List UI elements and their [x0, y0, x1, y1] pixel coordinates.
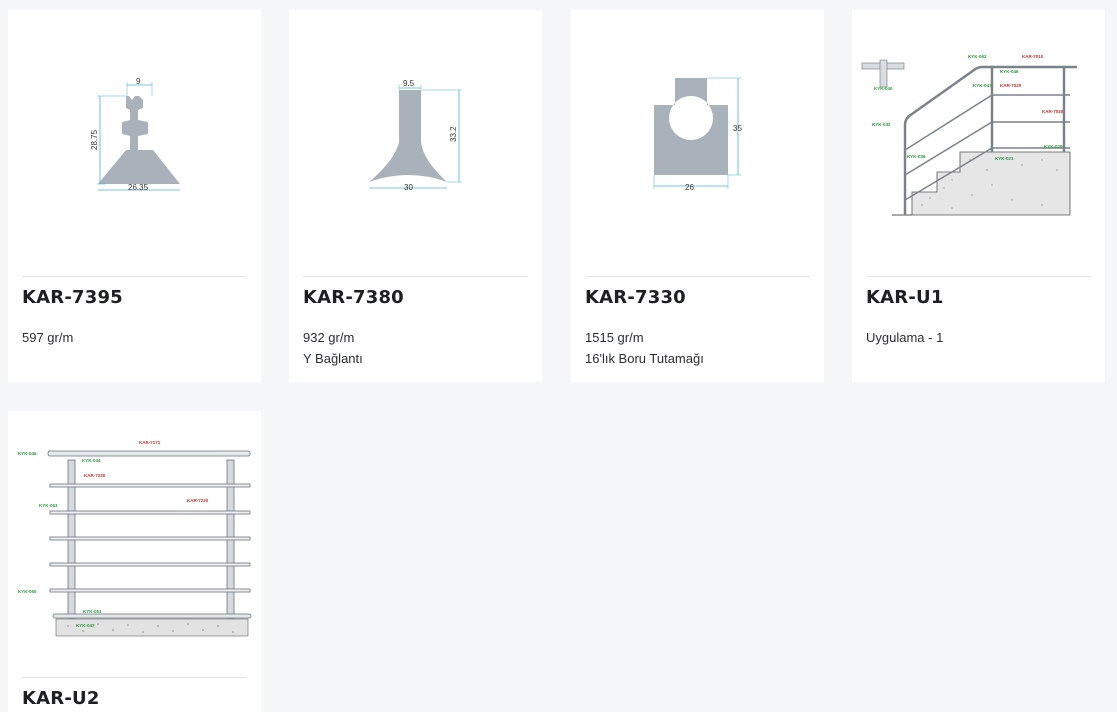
dim-height: 35 [733, 124, 742, 133]
label-1: KYK-046 [18, 451, 37, 456]
product-image-kar-7380[interactable]: 9.5 33.2 30 [289, 10, 542, 270]
product-card-kar-7380[interactable]: 9.5 33.2 30 KAR-7380 932 gr/m Y Bağlantı [289, 10, 542, 382]
label-6: KYK-032 [872, 122, 891, 127]
label-8: KYK-036 [907, 154, 926, 159]
card-divider [22, 677, 247, 678]
product-description: Y Bağlantı [303, 351, 363, 366]
product-image-kar-7330[interactable]: 35 26 [571, 10, 824, 270]
label-4: KYK-047 [973, 83, 992, 88]
product-title[interactable]: KAR-U1 [866, 287, 944, 308]
card-divider [866, 276, 1091, 277]
product-image-kar-7395[interactable]: 9 28.75 26.35 [8, 10, 261, 270]
label-3: KAR-7230 [84, 473, 106, 478]
card-divider [585, 276, 810, 277]
product-card-kar-u1[interactable]: KYK-062 KAR-7010 KYK-046 KAR-7020 KYK-04… [852, 10, 1105, 382]
product-weight: 932 gr/m [303, 330, 355, 345]
product-weight: 597 gr/m [22, 330, 74, 345]
dim-base: 26 [685, 183, 694, 192]
label-2: KYK-046 [1000, 69, 1019, 74]
dim-height: 28.75 [90, 129, 99, 150]
product-title[interactable]: KAR-7330 [585, 287, 686, 308]
label-7: KYK-040 [874, 86, 893, 91]
product-weight: 1515 gr/m [585, 330, 644, 345]
dim-base: 30 [404, 183, 413, 192]
product-grid: 9 28.75 26.35 KAR-7395 597 gr/m 9.5 33.2… [0, 0, 1117, 712]
label-7: KYK-051 [83, 609, 102, 614]
product-title[interactable]: KAR-7395 [22, 287, 123, 308]
card-divider [303, 276, 528, 277]
label-4: KAR-7220 [187, 498, 209, 503]
label-0: KAR-7171 [139, 440, 161, 445]
dim-base: 26.35 [128, 183, 149, 192]
label-9: KYK-021 [995, 156, 1014, 161]
dim-height: 33.2 [449, 126, 458, 142]
dim-top: 9.5 [403, 79, 415, 88]
product-image-kar-u1[interactable]: KYK-062 KAR-7010 KYK-046 KAR-7020 KYK-04… [852, 10, 1105, 270]
product-application: Uygulama - 1 [866, 330, 944, 345]
label-0: KYK-062 [968, 54, 987, 59]
label-8: KYK-047 [76, 623, 95, 628]
product-image-kar-u2[interactable]: KAR-7171 KYK-046 KYK-044 KAR-7230 KAR-72… [8, 411, 261, 671]
label-2: KYK-044 [82, 458, 101, 463]
product-card-kar-7395[interactable]: 9 28.75 26.35 KAR-7395 597 gr/m [8, 10, 261, 382]
label-10: KYK-029 [1044, 144, 1063, 149]
label-5: KYK-053 [39, 503, 58, 508]
label-1: KAR-7010 [1022, 54, 1044, 59]
label-3: KAR-7020 [1000, 83, 1022, 88]
label-6: KYK-050 [18, 589, 37, 594]
product-title[interactable]: KAR-7380 [303, 287, 404, 308]
product-description: 16'lık Boru Tutamağı [585, 351, 704, 366]
card-divider [22, 276, 247, 277]
label-5: KAR-7030 [1042, 109, 1064, 114]
dim-top: 9 [136, 77, 141, 86]
product-card-kar-7330[interactable]: 35 26 KAR-7330 1515 gr/m 16'lık Boru Tut… [571, 10, 824, 382]
product-title[interactable]: KAR-U2 [22, 688, 100, 709]
product-card-kar-u2[interactable]: KAR-7171 KYK-046 KYK-044 KAR-7230 KAR-72… [8, 411, 261, 712]
